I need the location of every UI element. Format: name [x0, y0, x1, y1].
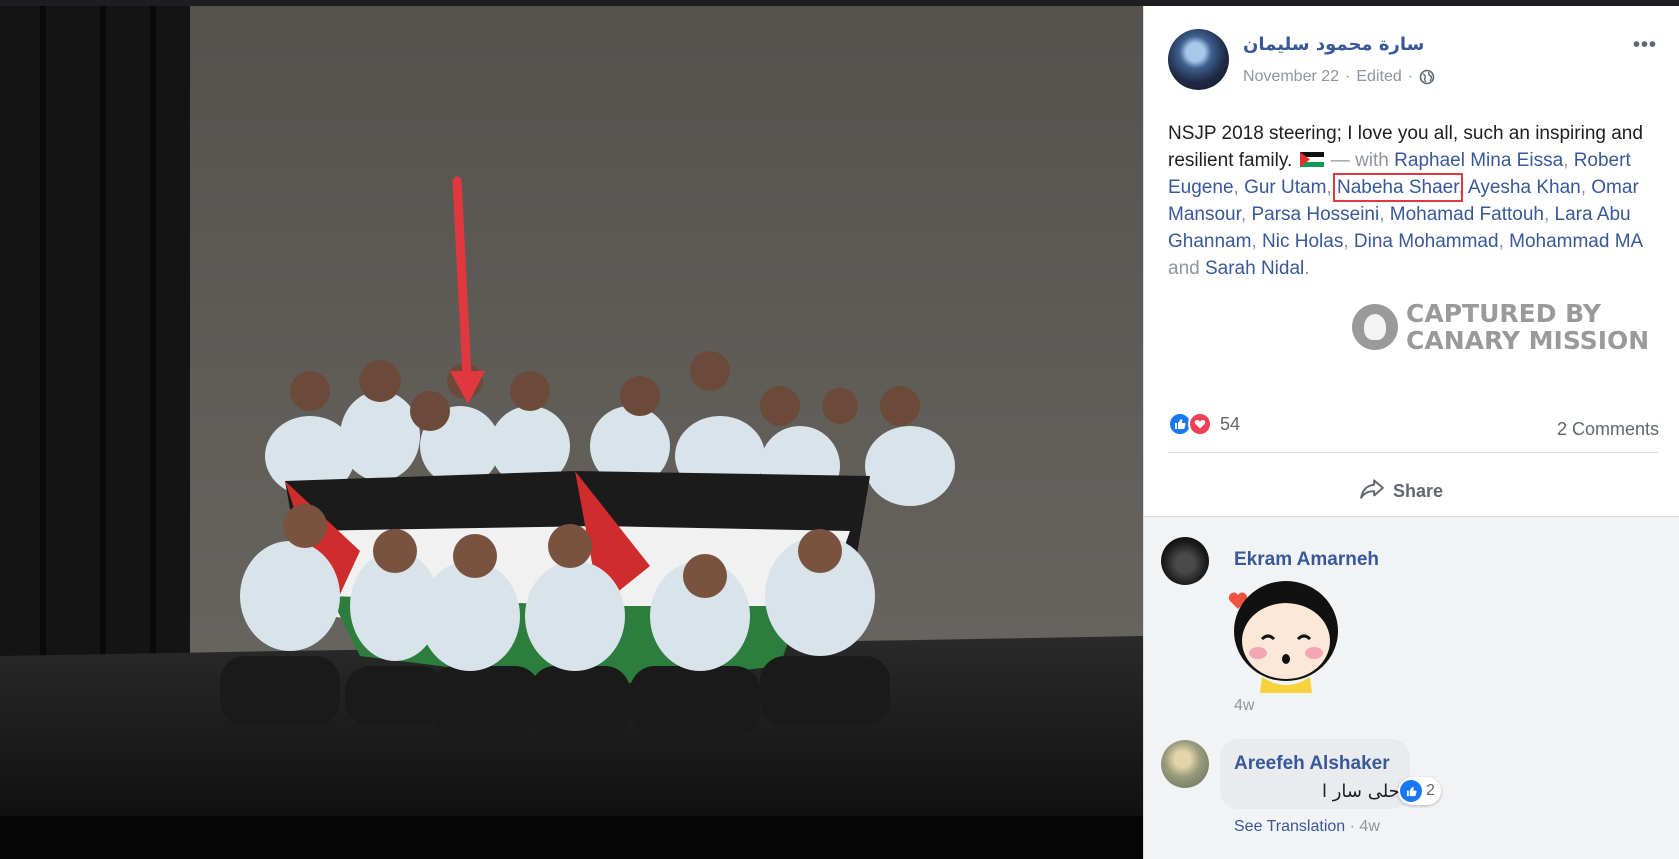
author-avatar[interactable] — [1168, 29, 1229, 90]
post-date[interactable]: November 22 — [1243, 68, 1339, 86]
watermark-line2: CANARY MISSION — [1406, 326, 1650, 355]
meta-separator: · — [1345, 68, 1351, 85]
post-panel: سارة محمود سليمان November 22 · Edited ·… — [1143, 6, 1679, 859]
comments-section: Ekram Amarneh 4w Areefeh Alshaker احلى س… — [1144, 516, 1679, 859]
post-text: NSJP 2018 steering; I love you all, such… — [1168, 123, 1643, 279]
author-name[interactable]: سارة محمود سليمان — [1243, 34, 1424, 55]
tag-link[interactable]: Gur Utam — [1244, 177, 1326, 198]
and-label: and — [1168, 258, 1200, 279]
tag-link[interactable]: Sarah Nidal — [1205, 258, 1304, 279]
tag-link[interactable]: Mohammad MA — [1509, 231, 1642, 252]
tag-link[interactable]: Dina Mohammad — [1354, 231, 1499, 252]
comment-like-count: 2 — [1426, 782, 1435, 799]
comment-time[interactable]: 4w — [1359, 818, 1379, 835]
footer-separator: · — [1349, 818, 1360, 835]
post-meta: November 22 · Edited · — [1243, 68, 1435, 86]
with-label: — with — [1330, 150, 1389, 171]
love-icon — [1188, 412, 1212, 436]
flag-icon — [1299, 148, 1324, 167]
share-label: Share — [1393, 481, 1444, 501]
globe-icon — [1419, 69, 1435, 85]
post-photo[interactable] — [0, 6, 1143, 859]
tag-link[interactable]: Parsa Hosseini — [1251, 204, 1379, 225]
watermark-line1: CAPTURED BY — [1406, 299, 1601, 328]
comment-time[interactable]: 4w — [1234, 697, 1254, 715]
comment-avatar[interactable] — [1161, 740, 1209, 788]
tag-link[interactable]: Ayesha Khan — [1468, 177, 1581, 198]
photo-illustration — [0, 6, 1143, 859]
reactions-summary[interactable]: 54 — [1168, 412, 1240, 436]
photo-viewer: سارة محمود سليمان November 22 · Edited ·… — [0, 0, 1679, 859]
comments-count-link[interactable]: 2 Comments — [1557, 419, 1659, 440]
like-icon — [1400, 780, 1422, 802]
comment-text: احلى سار ا — [1322, 781, 1405, 802]
canary-logo-icon — [1352, 304, 1398, 350]
share-icon — [1359, 476, 1385, 507]
see-translation-link[interactable]: See Translation — [1234, 818, 1345, 835]
comment-reaction-badge[interactable]: 2 — [1398, 777, 1441, 805]
edited-label[interactable]: Edited — [1356, 68, 1401, 86]
more-options-icon[interactable]: ••• — [1633, 34, 1657, 57]
tag-link[interactable]: Raphael Mina Eissa — [1394, 150, 1563, 171]
tag-link-highlighted[interactable]: Nabeha Shaer — [1333, 173, 1463, 202]
comment-author[interactable]: Ekram Amarneh — [1234, 549, 1379, 571]
reaction-count: 54 — [1220, 413, 1241, 434]
watermark: CAPTURED BY CANARY MISSION — [1352, 300, 1649, 354]
comment-avatar[interactable] — [1161, 537, 1209, 585]
comment-author[interactable]: Areefeh Alshaker — [1234, 753, 1390, 775]
comment-footer: See Translation · 4w — [1234, 818, 1380, 836]
sticker-image[interactable] — [1222, 573, 1342, 693]
divider — [1168, 452, 1658, 453]
tag-link[interactable]: Mohamad Fattouh — [1390, 204, 1544, 225]
meta-separator: · — [1407, 68, 1414, 85]
tag-link[interactable]: Nic Holas — [1262, 231, 1343, 252]
share-button[interactable]: Share — [1359, 476, 1443, 507]
